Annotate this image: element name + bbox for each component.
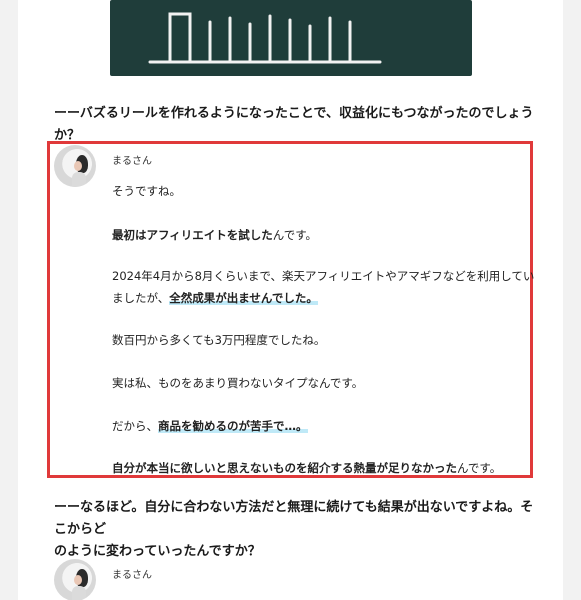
avatar: [54, 559, 96, 600]
answer-line: 数百円から多くても3万円程度でしたね。: [112, 333, 326, 347]
chalkboard-chart-image: [110, 0, 472, 76]
answer-text: だから、: [112, 419, 158, 433]
answer-line: 実は私、ものをあまり買わないタイプなんです。: [112, 376, 364, 390]
answer-line: 最初はアフィリエイトを試したんです。: [112, 227, 317, 243]
speaker-name: まるさん: [112, 156, 152, 167]
bold-text: 自分が本当に欲しいと思えないものを紹介する熱量が足りなかった: [112, 461, 457, 475]
marker-highlight-text: 商品を勧めるのが苦手で…。: [158, 419, 308, 433]
interview-question: ーーなるほど。自分に合わない方法だと無理に続けても結果が出ないですよね。そこから…: [54, 497, 534, 563]
chalk-bars-graphic: [148, 12, 382, 64]
answer-line: そうですね。: [112, 184, 181, 198]
answer-line: 2024年4月から8月くらいまで、楽天アフィリエイトやアマギフなどを利用してい: [112, 269, 535, 283]
marker-highlight-text: 全然成果が出ませんでした。: [169, 291, 318, 305]
answer-line: だから、商品を勧めるのが苦手で…。: [112, 418, 308, 434]
answer-line: 自分が本当に欲しいと思えないものを紹介する熱量が足りなかったんです。: [112, 460, 501, 476]
speaker-name: まるさん: [112, 570, 152, 581]
bold-text: 最初はアフィリエイトを試した: [112, 228, 273, 242]
answer-line: ましたが、全然成果が出ませんでした。: [112, 290, 318, 306]
answer-text: ましたが、: [112, 291, 170, 305]
avatar: [54, 145, 96, 187]
answer-text: んです。: [457, 461, 502, 475]
article-page: ーーバズるリールを作れるようになったことで、収益化にもつながったのでしょうか？ …: [0, 0, 581, 600]
answer-text: んです。: [272, 228, 318, 242]
question-line: ーーなるほど。自分に合わない方法だと無理に続けても結果が出ないですよね。そこから…: [54, 500, 534, 537]
question-line: のように変わっていったんですか？: [54, 544, 261, 559]
